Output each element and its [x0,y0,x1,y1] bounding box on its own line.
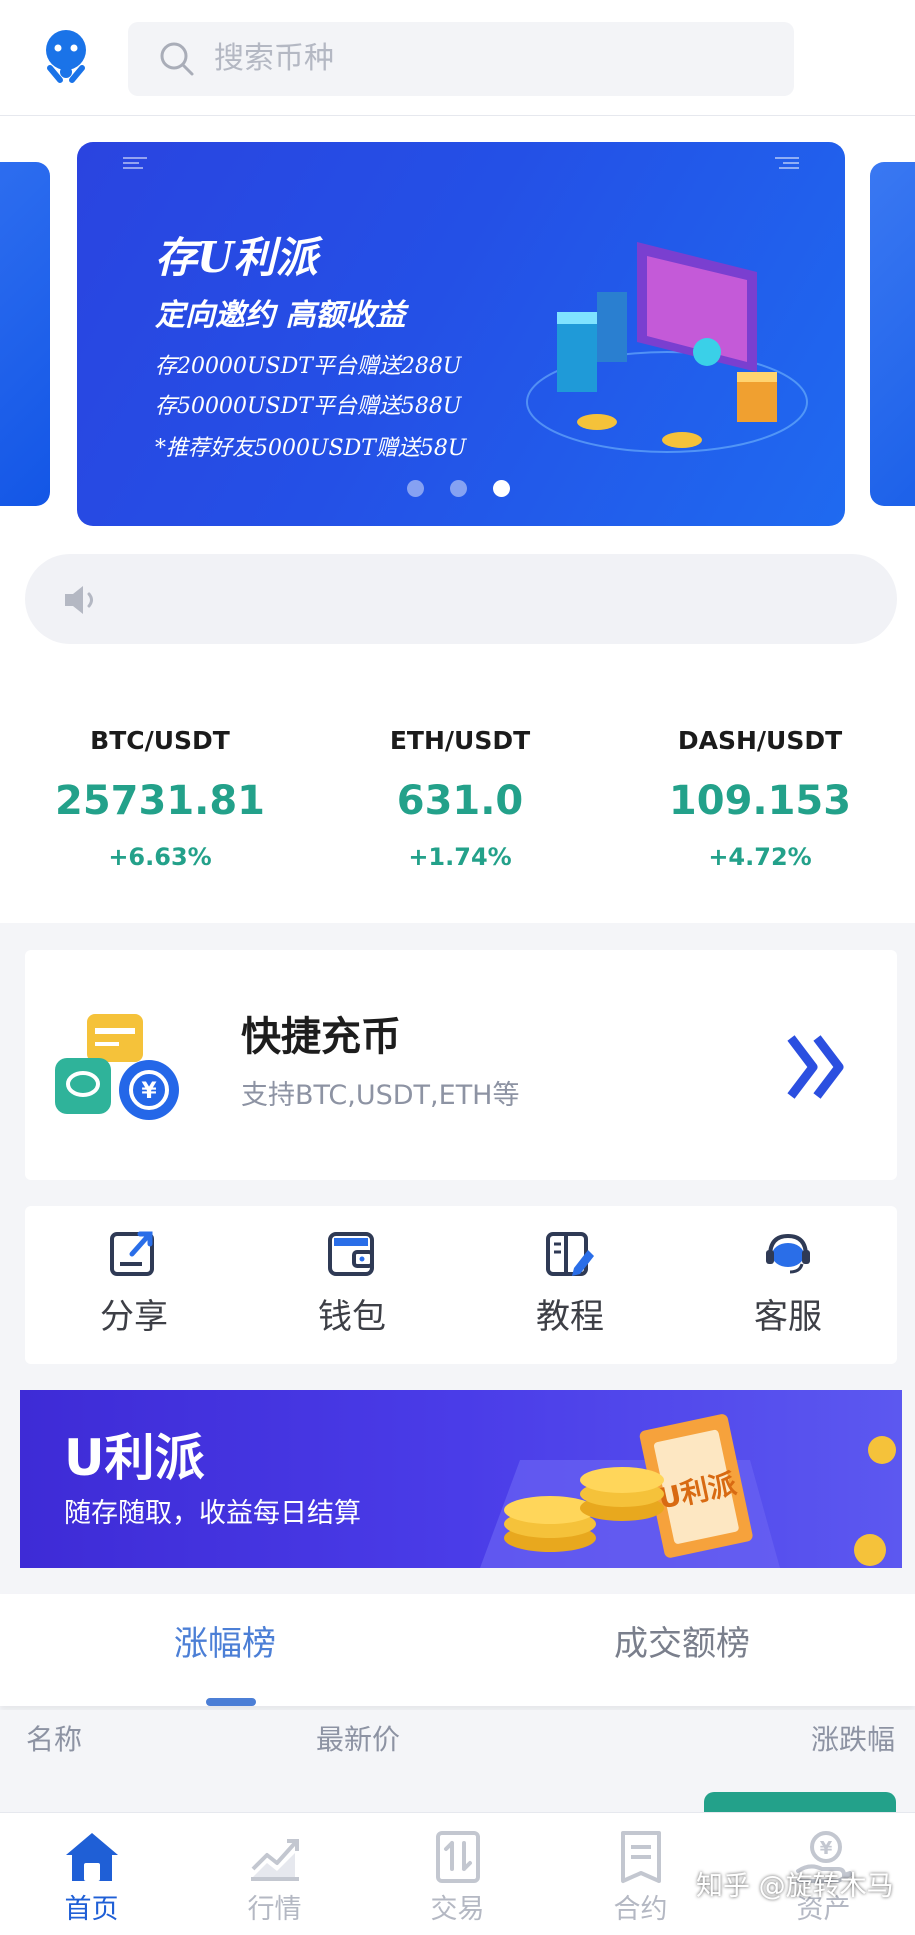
column-change[interactable]: 涨跌幅 [811,1722,895,1758]
ticker-price: 25731.81 [54,778,266,824]
top-bar: 搜索币种 [0,0,915,116]
ranking-tabs: 涨幅榜 成交额榜 [0,1594,915,1706]
ticker-change: +6.63% [108,843,212,871]
search-icon [160,42,194,76]
shortcut-share[interactable]: 分享 [25,1206,243,1364]
ticker-change: +1.74% [408,843,512,871]
previous-banner[interactable] [0,162,50,506]
column-last-price[interactable]: 最新价 [316,1722,400,1758]
column-name[interactable]: 名称 [26,1722,82,1758]
server-illustration [526,242,808,453]
shortcut-label: 客服 [754,1297,822,1337]
banner-line: *推荐好友5000USDT赠送58U [155,436,467,461]
nav-trade[interactable]: 交易 [366,1813,549,1935]
ticker-btc[interactable]: BTC/USDT 25731.81 +6.63% [10,726,310,872]
banner-corner-deco [775,157,799,169]
banner-carousel[interactable]: 存U利派 定向邀约 高额收益 存20000USDT平台赠送288U 存50000… [0,116,915,546]
nav-label: 首页 [64,1894,119,1925]
shortcut-tutorial[interactable]: 教程 [461,1206,679,1364]
ticker-price: 631.0 [396,778,524,824]
promo-illustration: U利派 [480,1414,896,1568]
app-screen: 搜索币种 存U利派 定向邀约 高额收益 存20000USDT平台赠送288U 存… [0,0,915,1935]
announcement-bar[interactable] [25,554,897,644]
tab-gainers[interactable]: 涨幅榜 [174,1622,276,1666]
carousel-dot[interactable] [450,480,467,497]
quick-deposit-card[interactable]: ¥ 快捷充币 支持BTC,USDT,ETH等 [25,950,897,1180]
shortcut-wallet[interactable]: 钱包 [243,1206,461,1364]
ticker-price: 109.153 [668,778,852,824]
nav-label: 行情 [247,1894,302,1925]
promo-subtitle: 随存随取，收益每日结算 [64,1498,361,1529]
shortcut-label: 分享 [100,1297,168,1337]
carousel-pagination [407,480,510,497]
banner-subtitle: 定向邀约 高额收益 [155,298,406,333]
ticker-eth[interactable]: ETH/USDT 631.0 +1.74% [310,726,610,872]
next-banner[interactable] [870,162,915,506]
search-input[interactable]: 搜索币种 [128,22,794,96]
contract-icon [620,1831,661,1883]
ticker-strip: BTC/USDT 25731.81 +6.63% ETH/USDT 631.0 … [0,668,915,923]
wallet-icon [328,1232,374,1276]
svg-text:¥: ¥ [141,1079,157,1104]
carousel-dot-active[interactable] [493,480,510,497]
trade-icon [435,1831,480,1883]
deposit-coins-icon: ¥ [55,1014,179,1120]
banner-slide[interactable]: 存U利派 定向邀约 高额收益 存20000USDT平台赠送288U 存50000… [77,142,845,526]
search-placeholder: 搜索币种 [214,41,334,76]
ticker-pair: BTC/USDT [90,726,230,755]
quick-deposit-subtitle: 支持BTC,USDT,ETH等 [241,1080,520,1111]
nav-home[interactable]: 首页 [0,1813,183,1935]
u-lipai-promo-banner[interactable]: U利派 随存随取，收益每日结算 U利派 [20,1390,902,1568]
ticker-change: +4.72% [708,843,812,871]
shortcut-label: 教程 [536,1297,604,1337]
nav-label: 交易 [430,1894,485,1925]
home-icon [65,1833,118,1881]
watermark-text: 知乎 @旋转木马 [696,1871,894,1902]
banner-title: 存U利派 [155,233,318,282]
promo-title: U利派 [64,1429,205,1487]
speaker-icon [65,586,93,614]
market-chart-icon [250,1839,299,1881]
tutorial-icon [546,1232,594,1276]
ticker-pair: ETH/USDT [389,726,531,755]
tab-volume[interactable]: 成交额榜 [614,1622,750,1666]
shortcut-label: 钱包 [318,1297,386,1337]
banner-line: 存50000USDT平台赠送588U [155,394,462,419]
banner-corner-deco [123,157,147,169]
svg-text:¥: ¥ [819,1838,832,1859]
headset-icon [766,1233,810,1274]
ticker-dash[interactable]: DASH/USDT 109.153 +4.72% [610,726,910,872]
carousel-dot[interactable] [407,480,424,497]
announcement-section [0,546,915,668]
banner-line: 存20000USDT平台赠送288U [155,354,462,379]
ranking-column-header: 名称 最新价 涨跌幅 [0,1710,915,1770]
share-icon [110,1231,154,1276]
quick-deposit-title: 快捷充币 [241,1014,401,1060]
shortcut-support[interactable]: 客服 [679,1206,897,1364]
ticker-pair: DASH/USDT [677,726,843,755]
shortcut-grid: 分享 钱包 教程 客服 [25,1206,897,1364]
app-logo-icon[interactable] [38,28,94,88]
active-tab-indicator [206,1698,256,1706]
nav-market[interactable]: 行情 [183,1813,366,1935]
double-chevron-right-icon[interactable] [785,1032,849,1102]
